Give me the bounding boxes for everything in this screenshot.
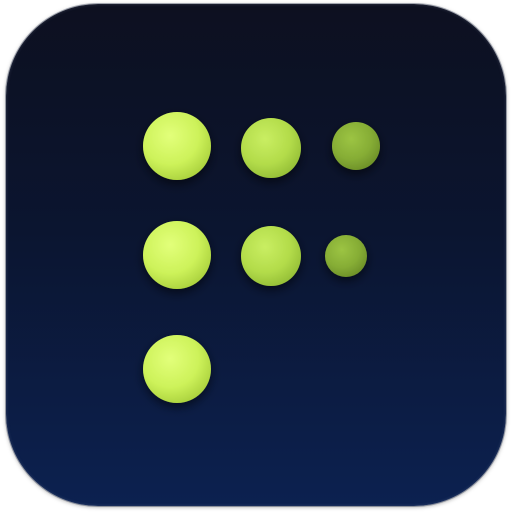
app-icon[interactable] [6, 4, 506, 506]
dot-row2-large [143, 221, 211, 289]
dot-grid-f-logo [143, 112, 380, 403]
dot-row1-medium [241, 118, 301, 178]
dot-row1-large [143, 112, 211, 180]
dot-row2-small [325, 235, 367, 277]
dot-row1-small [332, 122, 380, 170]
dot-row3-large [143, 335, 211, 403]
dot-row2-medium [241, 226, 301, 286]
